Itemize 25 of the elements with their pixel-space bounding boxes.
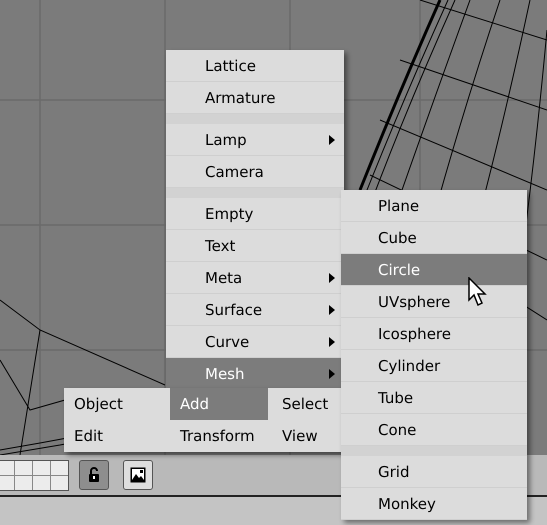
menu-item[interactable]: Mesh — [166, 358, 344, 390]
menu-item[interactable]: Cylinder — [341, 350, 527, 382]
menu-bar-item[interactable]: Object — [64, 388, 170, 420]
menu-bar-item[interactable]: Edit — [64, 420, 170, 452]
lock-button[interactable] — [79, 460, 109, 490]
menu-item[interactable]: Circle — [341, 254, 527, 286]
menu-item[interactable]: Icosphere — [341, 318, 527, 350]
layer-buttons[interactable] — [0, 460, 69, 490]
mouse-cursor-icon — [468, 277, 488, 307]
menu-item[interactable]: Tube — [341, 382, 527, 414]
submenu-arrow-icon — [328, 368, 336, 380]
submenu-arrow-icon — [328, 272, 336, 284]
image-icon — [130, 467, 146, 483]
submenu-arrow-icon — [328, 336, 336, 348]
menu-bar-item[interactable]: Transform — [170, 420, 272, 452]
menu-item[interactable]: Lamp — [166, 124, 344, 156]
image-button[interactable] — [123, 460, 153, 490]
menu-item[interactable]: Plane — [341, 190, 527, 222]
lock-icon — [88, 467, 100, 483]
submenu-arrow-icon — [328, 134, 336, 146]
menu-bar-item[interactable]: Add — [170, 388, 268, 420]
menu-bar-item[interactable]: View — [272, 420, 342, 452]
menu-bar-item[interactable]: Select — [272, 388, 342, 420]
menu-item[interactable]: Lattice — [166, 50, 344, 82]
submenu-arrow-icon — [328, 304, 336, 316]
